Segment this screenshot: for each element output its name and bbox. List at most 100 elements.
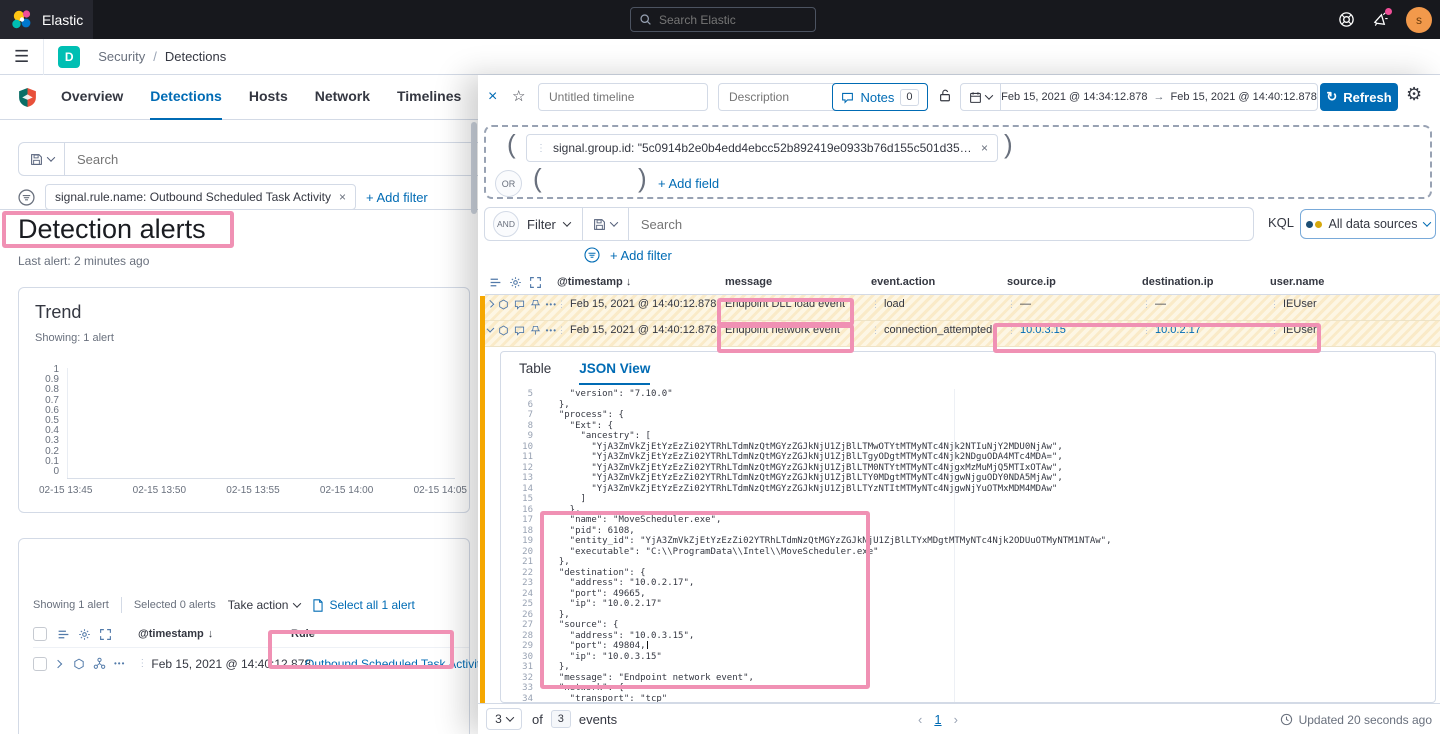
prev-page-icon[interactable]: ‹ (918, 712, 922, 727)
scrollbar[interactable] (471, 122, 477, 214)
event-destination-ip[interactable]: — (1155, 298, 1166, 310)
next-page-icon[interactable]: › (954, 712, 958, 727)
data-sources-button[interactable]: All data sources (1300, 209, 1436, 239)
saved-query-menu[interactable] (583, 208, 629, 240)
column-rule[interactable]: Rule (291, 628, 315, 640)
sort-fields-icon[interactable] (57, 628, 70, 641)
drag-handle-icon[interactable]: ⋮ (557, 325, 566, 336)
event-user-name[interactable]: IEUser (1283, 298, 1317, 310)
fullscreen-icon[interactable] (529, 276, 542, 289)
table-settings-icon[interactable] (78, 628, 91, 641)
event-source-ip[interactable]: — (1020, 298, 1031, 310)
more-actions-icon[interactable]: ••• (114, 659, 125, 668)
filter-options-icon[interactable] (584, 247, 600, 263)
drag-handle-icon[interactable]: ⋮ (137, 658, 147, 669)
alert-row[interactable]: ••• ⋮ Feb 15, 2021 @ 14:40:12.878 ⋮ Outb… (33, 647, 469, 679)
tab-network[interactable]: Network (315, 75, 370, 120)
date-to[interactable]: Feb 15, 2021 @ 14:40:12.878 (1171, 91, 1317, 103)
kql-button[interactable]: KQL (1268, 215, 1294, 230)
drag-handle-icon[interactable]: ⋮ (557, 299, 566, 310)
filter-options-icon[interactable] (18, 189, 35, 206)
tab-detections[interactable]: Detections (150, 75, 222, 120)
drag-handle-icon[interactable]: ⋮ (1007, 325, 1016, 336)
table-settings-icon[interactable] (509, 276, 522, 289)
add-filter-link[interactable]: + Add filter (366, 190, 428, 205)
favorite-star-icon[interactable]: ☆ (512, 87, 525, 105)
drag-handle-icon[interactable]: ⋮ (871, 325, 880, 336)
tab-table[interactable]: Table (519, 361, 551, 385)
event-action[interactable]: load (884, 298, 905, 310)
fullscreen-icon[interactable] (99, 628, 112, 641)
tab-hosts[interactable]: Hosts (249, 75, 288, 120)
menu-icon[interactable]: ☰ (14, 47, 29, 67)
date-picker-menu[interactable] (961, 84, 1001, 110)
more-actions-icon[interactable]: ••• (546, 326, 557, 335)
rule-name-filter-pill[interactable]: signal.rule.name: Outbound Scheduled Tas… (45, 184, 356, 210)
help-icon[interactable] (1338, 11, 1355, 28)
user-avatar[interactable]: s (1406, 7, 1432, 33)
expand-row-icon[interactable] (54, 659, 62, 667)
date-range[interactable]: Feb 15, 2021 @ 14:34:12.878 → Feb 15, 20… (1001, 91, 1317, 103)
drag-handle-icon[interactable]: ⋮ (1142, 299, 1151, 310)
column-timestamp[interactable]: @timestamp (138, 628, 204, 640)
drag-handle-icon[interactable]: ⋮ (291, 658, 301, 669)
event-message[interactable]: Endpoint DLL load event (725, 298, 845, 310)
add-note-icon[interactable] (514, 299, 525, 310)
column-source-ip[interactable]: source.ip (1007, 276, 1142, 288)
global-search[interactable] (630, 7, 816, 32)
more-actions-icon[interactable]: ••• (546, 300, 557, 309)
select-all-checkbox[interactable] (33, 627, 47, 641)
json-code-block[interactable]: 5 "version": "7.10.0" 6 }, 7 "process": … (505, 389, 1431, 702)
notes-button[interactable]: Notes 0 (832, 83, 928, 111)
remove-filter-icon[interactable]: × (339, 190, 346, 204)
global-search-input[interactable] (659, 13, 814, 27)
add-filter-link[interactable]: + Add filter (610, 248, 672, 263)
add-field-link[interactable]: + Add field (658, 176, 719, 191)
column-timestamp[interactable]: @timestamp ↓ (557, 276, 725, 288)
drag-handle-icon[interactable]: ⋮ (1270, 299, 1279, 310)
pin-icon[interactable] (530, 325, 541, 336)
drag-handle-icon[interactable]: ⋮ (1142, 325, 1151, 336)
tab-overview[interactable]: Overview (61, 75, 123, 120)
tab-json-view[interactable]: JSON View (579, 361, 650, 385)
event-source-ip[interactable]: 10.0.3.15 (1020, 324, 1066, 336)
elastic-home-link[interactable]: Elastic (0, 0, 93, 39)
event-row[interactable]: ••• ⋮Feb 15, 2021 @ 14:40:12.878 Endpoin… (485, 295, 1440, 321)
event-message[interactable]: Endpoint network event (725, 324, 840, 336)
close-timeline-icon[interactable]: × (488, 88, 497, 106)
row-checkbox[interactable] (33, 657, 47, 671)
page-number[interactable]: 1 (934, 712, 941, 727)
analyze-event-icon[interactable] (93, 657, 106, 670)
whats-new-icon[interactable] (1372, 11, 1389, 28)
timeline-title-input[interactable] (538, 83, 708, 111)
page-size-select[interactable]: 3 (486, 708, 522, 730)
event-destination-ip[interactable]: 10.0.2.17 (1155, 324, 1201, 336)
app-badge[interactable]: D (58, 46, 80, 68)
tab-timelines[interactable]: Timelines (397, 75, 461, 120)
timeline-settings-gear-icon[interactable]: ⚙ (1406, 84, 1422, 105)
remove-filter-icon[interactable]: × (981, 141, 988, 155)
column-event-action[interactable]: event.action (871, 276, 1007, 288)
timeline-search-input[interactable] (629, 217, 1253, 232)
take-action-button[interactable]: Take action (228, 598, 301, 612)
drag-handle-icon[interactable]: ⋮ (1007, 299, 1016, 310)
pin-icon[interactable] (530, 299, 541, 310)
select-all-button[interactable]: Select all 1 alert (312, 598, 414, 612)
breadcrumb-security[interactable]: Security (98, 49, 145, 64)
drag-handle-icon[interactable]: ⋮ (536, 143, 546, 154)
column-destination-ip[interactable]: destination.ip (1142, 276, 1270, 288)
event-action[interactable]: connection_attempted (884, 324, 992, 336)
group-id-filter-pill[interactable]: ⋮ signal.group.id: "5c0914b2e0b4edd4ebcc… (526, 134, 998, 162)
event-status-icon[interactable] (498, 299, 509, 310)
drag-handle-icon[interactable]: ⋮ (871, 299, 880, 310)
event-status-icon[interactable] (498, 325, 509, 336)
collapse-row-icon[interactable] (487, 325, 494, 332)
alert-rule-link[interactable]: Outbound Scheduled Task Activity (305, 657, 478, 671)
refresh-button[interactable]: ↻ Refresh (1320, 83, 1398, 111)
date-from[interactable]: Feb 15, 2021 @ 14:34:12.878 (1001, 91, 1147, 103)
column-message[interactable]: message (725, 276, 871, 288)
timeline-query-builder[interactable]: ( ⋮ signal.group.id: "5c0914b2e0b4edd4eb… (484, 125, 1432, 199)
sort-fields-icon[interactable] (489, 276, 502, 289)
alerts-search-input[interactable] (65, 152, 478, 167)
expand-row-icon[interactable] (487, 301, 494, 308)
